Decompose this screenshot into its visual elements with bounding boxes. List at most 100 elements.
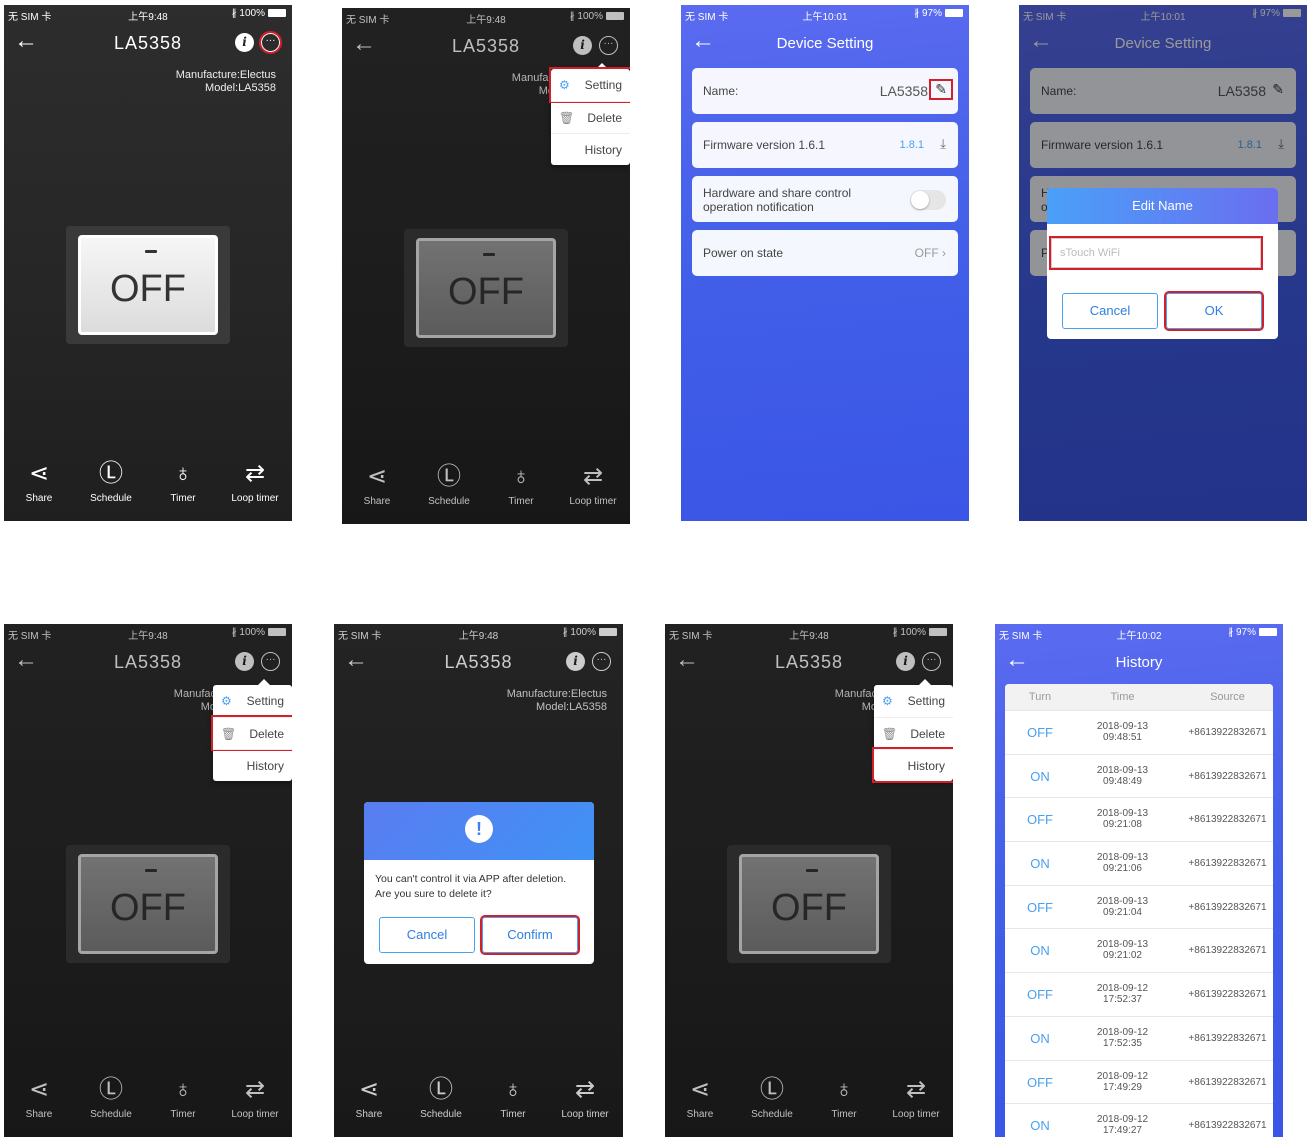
ok-button[interactable]: OK xyxy=(1164,291,1264,331)
nav-bar: ← LA5358 i ··· xyxy=(4,27,292,61)
source-cell: +8613922832671 xyxy=(1188,1120,1267,1132)
turn-cell: ON xyxy=(1030,768,1050,784)
stopwatch-icon: ♁ xyxy=(174,460,192,487)
turn-cell: ON xyxy=(1030,943,1050,959)
source-cell: +8613922832671 xyxy=(1188,814,1267,826)
dialog-title: Edit Name xyxy=(1047,188,1278,224)
name-row: Name: LA5358 ✎ xyxy=(692,68,958,114)
more-menu: ⚙ Setting 🗑 Delete History xyxy=(549,63,630,165)
device-name-value: LA5358 xyxy=(879,83,928,99)
notification-row: Hardware and share control operation noti… xyxy=(692,176,958,222)
screen-menu-history: 无 SIM 卡上午9:48 ∦ 100% ← LA5358 i ··· Manuf… xyxy=(665,624,953,1137)
notification-toggle[interactable] xyxy=(910,190,946,210)
more-options-icon[interactable]: ··· xyxy=(259,31,282,54)
source-cell: +8613922832671 xyxy=(1188,727,1267,738)
time-cell: 2018-09-12 17:52:35 xyxy=(1096,1026,1149,1049)
menu-item-history[interactable]: History xyxy=(213,749,292,781)
source-cell: +8613922832671 xyxy=(1188,1076,1267,1088)
time-cell: 2018-09-12 17:49:29 xyxy=(1096,1070,1149,1093)
source-cell: +8613922832671 xyxy=(1188,770,1267,782)
menu-item-delete[interactable]: 🗑 Delete xyxy=(211,715,292,751)
nav-bar: ← Device Setting xyxy=(681,27,969,61)
gear-icon: ⚙ xyxy=(882,694,893,708)
alarm-clock-icon: Ⓛ xyxy=(99,460,123,487)
name-input[interactable]: sTouch WiFi xyxy=(1049,236,1263,270)
gear-icon: ⚙ xyxy=(221,694,232,708)
table-row: ON 2018-09-13 09:48:49 +8613922832671 xyxy=(1005,753,1273,798)
table-header: Turn Time Source xyxy=(1005,684,1273,710)
time-cell: 2018-09-12 17:52:37 xyxy=(1096,983,1149,1006)
page-title: History xyxy=(1115,654,1163,671)
table-row: OFF 2018-09-13 09:21:08 +8613922832671 xyxy=(1005,797,1273,841)
table-row: OFF 2018-09-12 17:52:37 +8613922832671 xyxy=(1005,972,1273,1016)
table-row: OFF 2018-09-12 17:49:29 +8613922832671 xyxy=(1005,1059,1273,1104)
menu-item-history[interactable]: History xyxy=(551,133,630,165)
status-bar: 无 SIM 卡上午10:01 ∦ 97% xyxy=(681,5,969,25)
source-cell: +8613922832671 xyxy=(1188,945,1267,957)
time-cell: 2018-09-13 09:21:04 xyxy=(1096,895,1149,918)
more-menu: ⚙ Setting 🗑 Delete History xyxy=(872,679,953,783)
status-bar: 无 SIM 卡上午9:48 ∦ 100% xyxy=(4,5,292,25)
time-cell: 2018-09-12 17:49:27 xyxy=(1096,1114,1149,1137)
info-icon[interactable]: i xyxy=(235,33,254,52)
power-on-state-row[interactable]: Power on state OFF › xyxy=(692,230,958,276)
screen-main: 无 SIM 卡上午9:48 ∦ 100% ← LA5358 i ··· Manuf… xyxy=(4,5,292,521)
page-title: Device Setting xyxy=(776,35,874,52)
cancel-button[interactable]: Cancel xyxy=(1062,293,1158,329)
status-bar: 无 SIM 卡上午10:02 ∦ 97% xyxy=(995,624,1283,644)
schedule-button[interactable]: Ⓛ Schedule xyxy=(76,459,146,504)
bottom-toolbar: ⋖ Share Ⓛ Schedule ♁ Timer ⇄ Loop timer xyxy=(4,459,292,513)
source-cell: +8613922832671 xyxy=(1188,901,1267,913)
share-icon: ⋖ xyxy=(28,460,50,487)
confirm-button[interactable]: Confirm xyxy=(480,915,580,955)
power-switch[interactable]: OFF xyxy=(66,226,230,344)
cancel-button[interactable]: Cancel xyxy=(379,917,475,953)
table-body: OFF 2018-09-13 09:48:51 +8613922832671 ON 201… xyxy=(1005,710,1273,1137)
turn-cell: OFF xyxy=(1027,899,1053,915)
turn-cell: OFF xyxy=(1027,725,1053,740)
chevron-right-icon: › xyxy=(942,246,946,260)
turn-cell: ON xyxy=(1030,1030,1050,1046)
menu-item-setting[interactable]: ⚙ Setting xyxy=(549,67,630,103)
firmware-row[interactable]: Firmware version 1.6.1 1.8.1 ⤓ xyxy=(692,122,958,168)
more-menu: ⚙ Setting 🗑 Delete History xyxy=(211,679,292,781)
turn-cell: ON xyxy=(1030,856,1050,872)
device-meta: Manufacture:Electus Model:LA5358 xyxy=(175,69,276,94)
trash-icon: 🗑 xyxy=(559,111,575,125)
turn-cell: OFF xyxy=(1027,812,1053,828)
time-cell: 2018-09-13 09:48:49 xyxy=(1096,764,1149,787)
table-row: OFF 2018-09-13 09:48:51 +8613922832671 xyxy=(1005,710,1273,754)
table-row: ON 2018-09-13 09:21:06 +8613922832671 xyxy=(1005,841,1273,885)
screen-history: 无 SIM 卡上午10:02 ∦ 97% ← History Turn Time … xyxy=(995,624,1283,1137)
loop-icon: ⇄ xyxy=(244,460,266,487)
edit-name-dialog: Edit Name sTouch WiFi Cancel OK xyxy=(1047,188,1278,339)
delete-confirm-dialog: ! You can't control it via APP after del… xyxy=(364,802,594,964)
download-icon[interactable]: ⤓ xyxy=(940,136,946,152)
menu-item-setting[interactable]: ⚙ Setting xyxy=(213,685,292,717)
edit-pencil-icon[interactable]: ✎ xyxy=(929,79,953,100)
nav-bar: ← History xyxy=(995,646,1283,680)
menu-item-delete[interactable]: 🗑 Delete xyxy=(874,717,953,749)
source-cell: +8613922832671 xyxy=(1188,989,1267,1001)
time-cell: 2018-09-13 09:21:08 xyxy=(1096,808,1149,831)
table-row: ON 2018-09-12 17:52:35 +8613922832671 xyxy=(1005,1015,1273,1060)
turn-cell: ON xyxy=(1030,1118,1050,1134)
time-cell: 2018-09-13 09:21:02 xyxy=(1096,939,1149,962)
menu-item-history[interactable]: History xyxy=(872,747,953,783)
screen-edit-name: 无 SIM 卡上午10:01 ∦ 97% ← Device Setting Nam… xyxy=(1019,5,1307,521)
source-cell: +8613922832671 xyxy=(1188,1032,1267,1044)
menu-item-setting[interactable]: ⚙ Setting xyxy=(874,685,953,717)
screen-delete-confirm: 无 SIM 卡上午9:48 ∦ 100% ← LA5358 i ··· Manuf… xyxy=(334,624,623,1137)
loop-timer-button[interactable]: ⇄ Loop timer xyxy=(220,459,290,504)
history-table[interactable]: Turn Time Source OFF 2018-09-13 09:48:51 +8… xyxy=(1005,684,1273,1137)
share-button[interactable]: ⋖ Share xyxy=(4,459,74,504)
menu-item-delete[interactable]: 🗑 Delete xyxy=(551,101,630,133)
firmware-update-version: 1.8.1 xyxy=(899,139,924,151)
time-cell: 2018-09-13 09:21:06 xyxy=(1096,852,1149,875)
screen-menu-setting: 无 SIM 卡上午9:48 ∦ 100% ← LA5358 i ··· Manuf… xyxy=(342,8,630,524)
power-on-state-value: OFF › xyxy=(914,246,946,260)
timer-button[interactable]: ♁ Timer xyxy=(148,459,218,504)
screen-device-setting: 无 SIM 卡上午10:01 ∦ 97% ← Device Setting Nam… xyxy=(681,5,969,521)
switch-state: OFF xyxy=(110,268,186,310)
trash-icon: 🗑 xyxy=(221,727,237,741)
